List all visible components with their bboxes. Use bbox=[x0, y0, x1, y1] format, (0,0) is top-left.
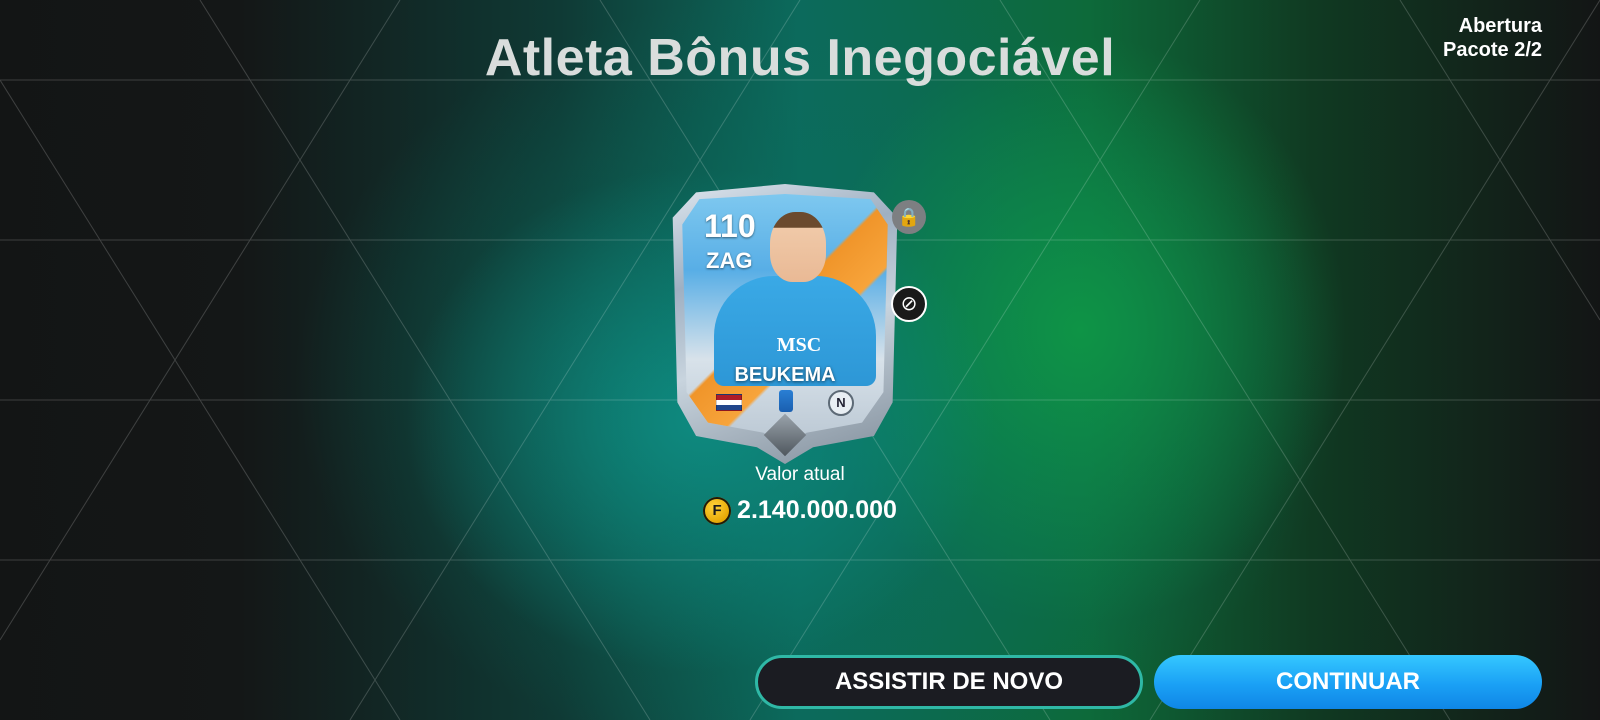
club-crest-icon: N bbox=[828, 390, 854, 416]
card-player-name: BEUKEMA bbox=[734, 364, 836, 386]
pack-counter: Pacote 2/2 bbox=[1443, 39, 1542, 61]
replay-button[interactable]: ASSISTIR DE NOVO bbox=[755, 655, 1143, 709]
current-value: F 2.140.000.000 bbox=[0, 496, 1600, 525]
current-value-label: Valor atual bbox=[755, 464, 845, 485]
continue-button[interactable]: CONTINUAR bbox=[1154, 655, 1542, 709]
player-portrait bbox=[770, 212, 826, 282]
page-title: Atleta Bônus Inegociável bbox=[484, 29, 1116, 87]
current-value-amount: 2.140.000.000 bbox=[737, 496, 897, 524]
coin-icon: F bbox=[703, 496, 732, 525]
untradeable-icon: ⊘ bbox=[891, 286, 927, 322]
pack-info-label: Abertura bbox=[1458, 15, 1542, 37]
shirt-sponsor: MSC bbox=[776, 334, 822, 356]
netherlands-flag-icon bbox=[716, 394, 742, 411]
pack-progress: Abertura Pacote 2/2 bbox=[1443, 14, 1542, 62]
card-position: ZAG bbox=[706, 248, 753, 273]
card-rating: 110 bbox=[704, 208, 756, 244]
league-badge-icon bbox=[779, 390, 793, 412]
lock-icon: 🔒 bbox=[892, 200, 926, 234]
player-card[interactable]: MSC 110 ZAG BEUKEMA N bbox=[668, 184, 902, 464]
